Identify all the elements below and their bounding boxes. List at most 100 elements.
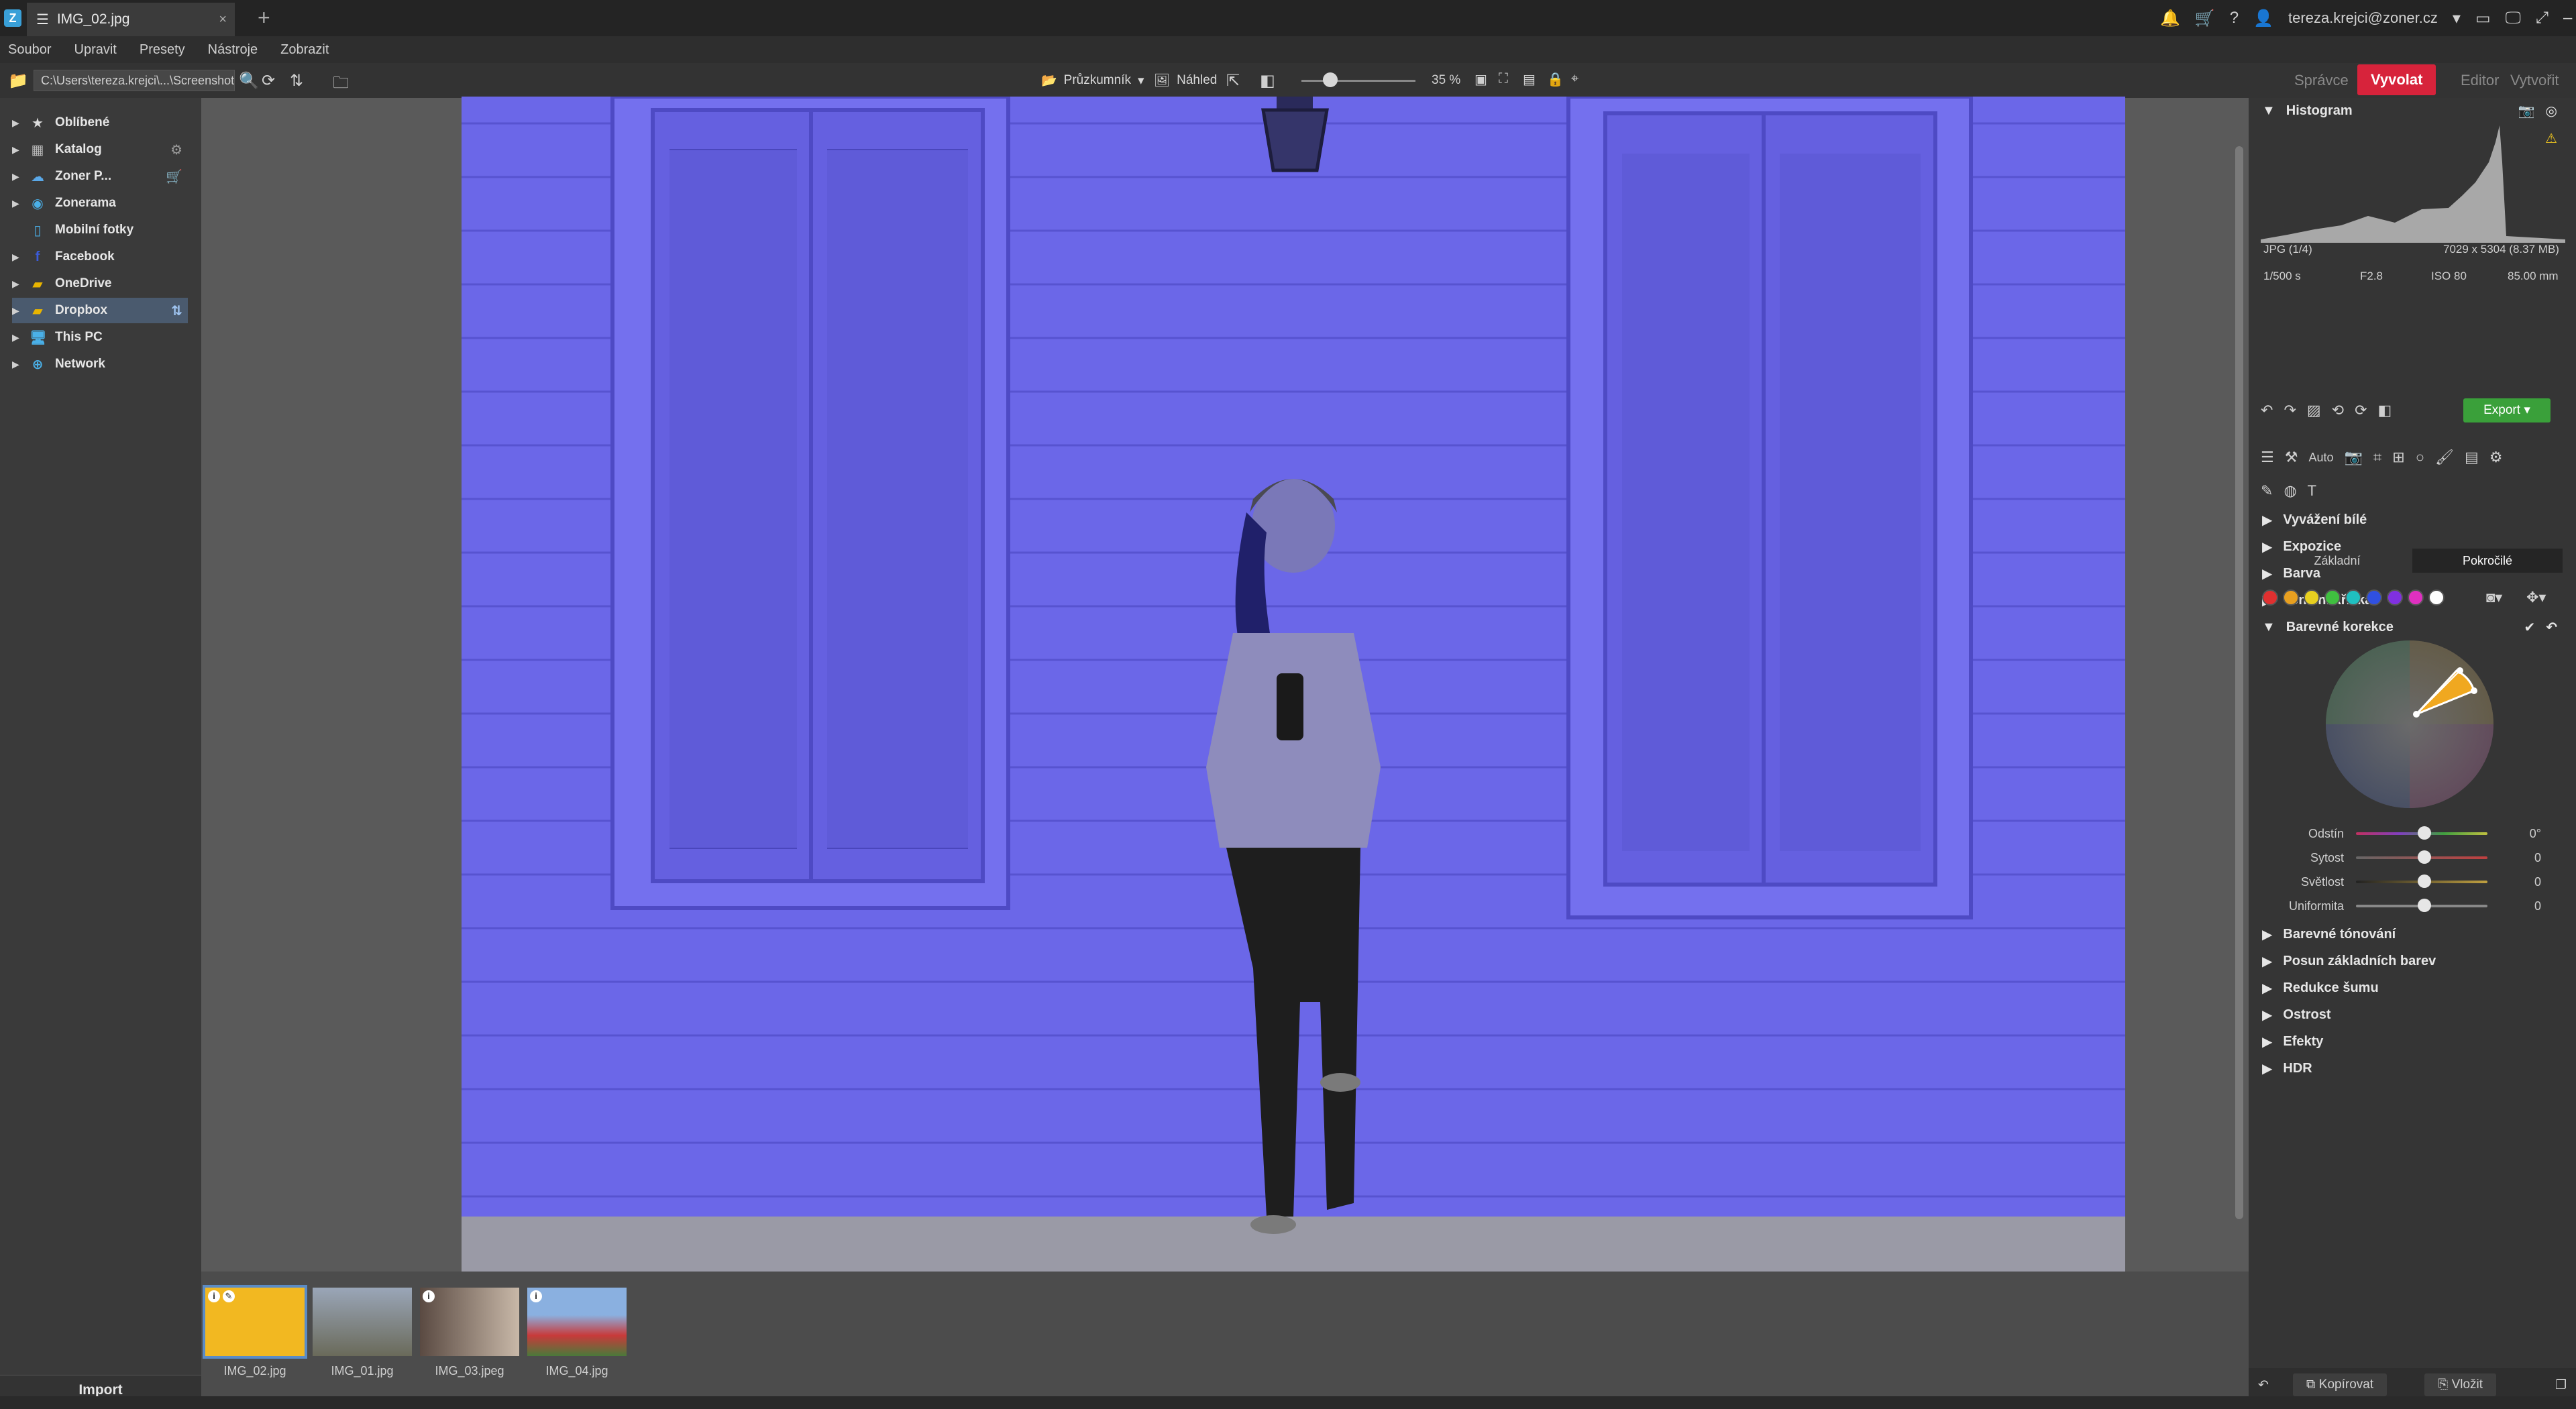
slider-knob[interactable]: [2418, 875, 2431, 888]
zoom-slider-knob[interactable]: [1323, 72, 1338, 87]
new-tab-icon[interactable]: +: [258, 5, 270, 30]
new-folder-icon[interactable]: 🗀: [333, 71, 349, 99]
sidebar-item-zonerama[interactable]: ▶ ◉ Zonerama: [12, 190, 188, 216]
sidebar-item-katalog[interactable]: ▶ ▦ Katalog ⚙: [12, 137, 188, 162]
section-hdr[interactable]: ▶ HDR: [2262, 1056, 2557, 1081]
histogram-header[interactable]: ▼ Histogram 📷 ◎: [2262, 98, 2557, 123]
path-input[interactable]: C:\Users\tereza.krejci\...\Screenshoty: [34, 70, 235, 91]
cart-icon[interactable]: 🛒: [2195, 9, 2215, 28]
circle-icon[interactable]: ○: [2416, 449, 2424, 466]
slider-knob[interactable]: [2418, 850, 2431, 864]
lock-icon[interactable]: 🔒: [1547, 71, 1564, 88]
pruzkumnik-button[interactable]: 📂 Průzkumník ▾: [1041, 70, 1144, 91]
section-vyvazeni-bile[interactable]: ▶ Vyvážení bílé: [2262, 507, 2557, 532]
slider-sytost[interactable]: Sytost 0: [2262, 848, 2557, 868]
mode-vytvorit[interactable]: Vytvořit: [2497, 63, 2573, 98]
close-tab-icon[interactable]: ×: [219, 12, 227, 27]
warning-icon[interactable]: ⚠: [2545, 130, 2557, 147]
section-redukce-sumu[interactable]: ▶ Redukce šumu: [2262, 975, 2557, 1001]
viewer-scrollbar[interactable]: [2235, 146, 2243, 1219]
external-link-icon[interactable]: ⇱: [1226, 71, 1240, 91]
mask-icon[interactable]: ◍: [2284, 482, 2296, 500]
settings-circle-icon[interactable]: ◎: [2546, 103, 2557, 119]
sidebar-item-facebook[interactable]: ▶ f Facebook: [12, 244, 188, 270]
sliders-icon[interactable]: ☰: [2261, 449, 2274, 466]
search-icon[interactable]: 🔍: [239, 71, 259, 91]
menu-presety[interactable]: Presety: [140, 42, 185, 58]
expand-icon[interactable]: ▶: [12, 332, 20, 343]
expand-icon[interactable]: ▶: [12, 144, 20, 156]
check-icon[interactable]: ✔: [2524, 619, 2535, 636]
rotate-left-icon[interactable]: ⟲: [2332, 402, 2344, 419]
brush-icon[interactable]: 🖌: [2435, 449, 2454, 466]
fill-icon[interactable]: ▤: [1523, 71, 1536, 88]
expand-icon[interactable]: ▶: [12, 117, 20, 129]
main-photo[interactable]: [462, 97, 2125, 1276]
sidebar-item-zoner-photo-cloud[interactable]: ▶ ☁ Zoner P... 🛒: [12, 164, 188, 189]
slider-knob[interactable]: [2418, 899, 2431, 912]
auto-button[interactable]: Auto: [2308, 451, 2333, 465]
section-efekty[interactable]: ▶ Efekty: [2262, 1029, 2557, 1054]
folder-icon[interactable]: 📁: [8, 71, 28, 91]
fit-icon[interactable]: ⛶: [1499, 71, 1508, 87]
expand-icon[interactable]: ▶: [12, 305, 20, 317]
zoom-1to1-icon[interactable]: ▣: [1474, 71, 1487, 88]
help-icon[interactable]: ?: [2230, 9, 2239, 27]
undo-icon[interactable]: ↶: [2261, 402, 2273, 419]
section-expozice[interactable]: ▶ Expozice: [2262, 534, 2557, 559]
compare-icon[interactable]: ◧: [2378, 402, 2392, 419]
monitor-icon[interactable]: 🖵: [2506, 9, 2521, 27]
section-barevne-tonovani[interactable]: ▶ Barevné tónování: [2262, 921, 2557, 947]
expand-icon[interactable]: ▶: [12, 171, 20, 182]
sync-icon[interactable]: ⇅: [171, 302, 182, 319]
camera-icon[interactable]: 📷: [2518, 103, 2535, 119]
paste-settings-button[interactable]: ⎘ Vložit: [2424, 1373, 2497, 1396]
fullscreen-icon[interactable]: ⤢: [2536, 9, 2548, 27]
thumbnail-img-04[interactable]: i: [527, 1288, 627, 1356]
section-barevne-korekce[interactable]: ▼ Barevné korekce ✔ ↶: [2262, 614, 2557, 640]
user-email[interactable]: tereza.krejci@zoner.cz: [2288, 9, 2438, 27]
slider-svetlost[interactable]: Světlost 0: [2262, 872, 2557, 892]
cart-icon[interactable]: 🛒: [166, 168, 182, 185]
menu-nastroje[interactable]: Nástroje: [208, 42, 258, 58]
copy-settings-button[interactable]: ⧉ Kopírovat: [2292, 1373, 2387, 1396]
perspective-icon[interactable]: ⊞: [2392, 449, 2404, 466]
gear-icon[interactable]: ⚙: [170, 142, 182, 158]
expand-icon[interactable]: ▶: [12, 198, 20, 209]
layout-icon[interactable]: ▭: [2475, 9, 2491, 28]
slider-knob[interactable]: [2418, 826, 2431, 840]
sidebar-item-dropbox[interactable]: ▶ ▰ Dropbox ⇅: [12, 298, 188, 323]
gear-icon[interactable]: ⚙: [2489, 449, 2503, 466]
navigator-icon[interactable]: ⌖: [1571, 71, 1578, 87]
duplicate-icon[interactable]: ❐: [2555, 1377, 2567, 1393]
reset-all-icon[interactable]: ↶: [2258, 1377, 2269, 1393]
sidebar-item-this-pc[interactable]: ▶ 🖥 This PC: [12, 325, 188, 350]
pen-icon[interactable]: ✎: [2261, 482, 2273, 500]
expand-icon[interactable]: ▶: [12, 278, 20, 290]
rotate-right-icon[interactable]: ⟳: [2355, 402, 2367, 419]
redo-icon[interactable]: ↷: [2284, 402, 2296, 419]
section-tonalni-krivka[interactable]: ▶ Tonální křivka: [2262, 587, 2557, 613]
image-icon[interactable]: ▨: [2307, 402, 2321, 419]
refresh-icon[interactable]: ⟳: [262, 71, 275, 91]
thumbnail-img-02[interactable]: i ✎: [203, 1285, 307, 1359]
crop-icon[interactable]: ⌗: [2373, 449, 2381, 466]
zoom-slider-track[interactable]: [1301, 80, 1415, 82]
export-button[interactable]: Export ▾: [2463, 398, 2551, 422]
slider-odstin[interactable]: Odstín 0°: [2262, 824, 2557, 844]
section-barva[interactable]: ▶ Barva: [2262, 561, 2557, 586]
sidebar-item-network[interactable]: ▶ ⊕ Network: [12, 351, 188, 377]
slider-uniformita[interactable]: Uniformita 0: [2262, 896, 2557, 916]
expand-icon[interactable]: ▶: [12, 251, 20, 263]
menu-upravit[interactable]: Upravit: [74, 42, 117, 58]
section-posun-zakladnich-barev[interactable]: ▶ Posun základních barev: [2262, 948, 2557, 974]
document-tab[interactable]: ☰ IMG_02.jpg ×: [27, 3, 235, 36]
mode-vyvolat[interactable]: Vyvolat: [2357, 64, 2436, 95]
sidebar-item-oblibene[interactable]: ▶ ★ Oblíbené: [12, 110, 188, 135]
nahled-button[interactable]: 🖼 Náhled: [1154, 70, 1217, 91]
mode-spravce[interactable]: Správce: [2281, 63, 2362, 98]
sidebar-item-mobilni-fotky[interactable]: ▯ Mobilní fotky: [12, 217, 188, 243]
menu-soubor[interactable]: Soubor: [8, 42, 52, 58]
reset-icon[interactable]: ↶: [2546, 619, 2557, 636]
compare-icon[interactable]: ◧: [1260, 71, 1275, 91]
